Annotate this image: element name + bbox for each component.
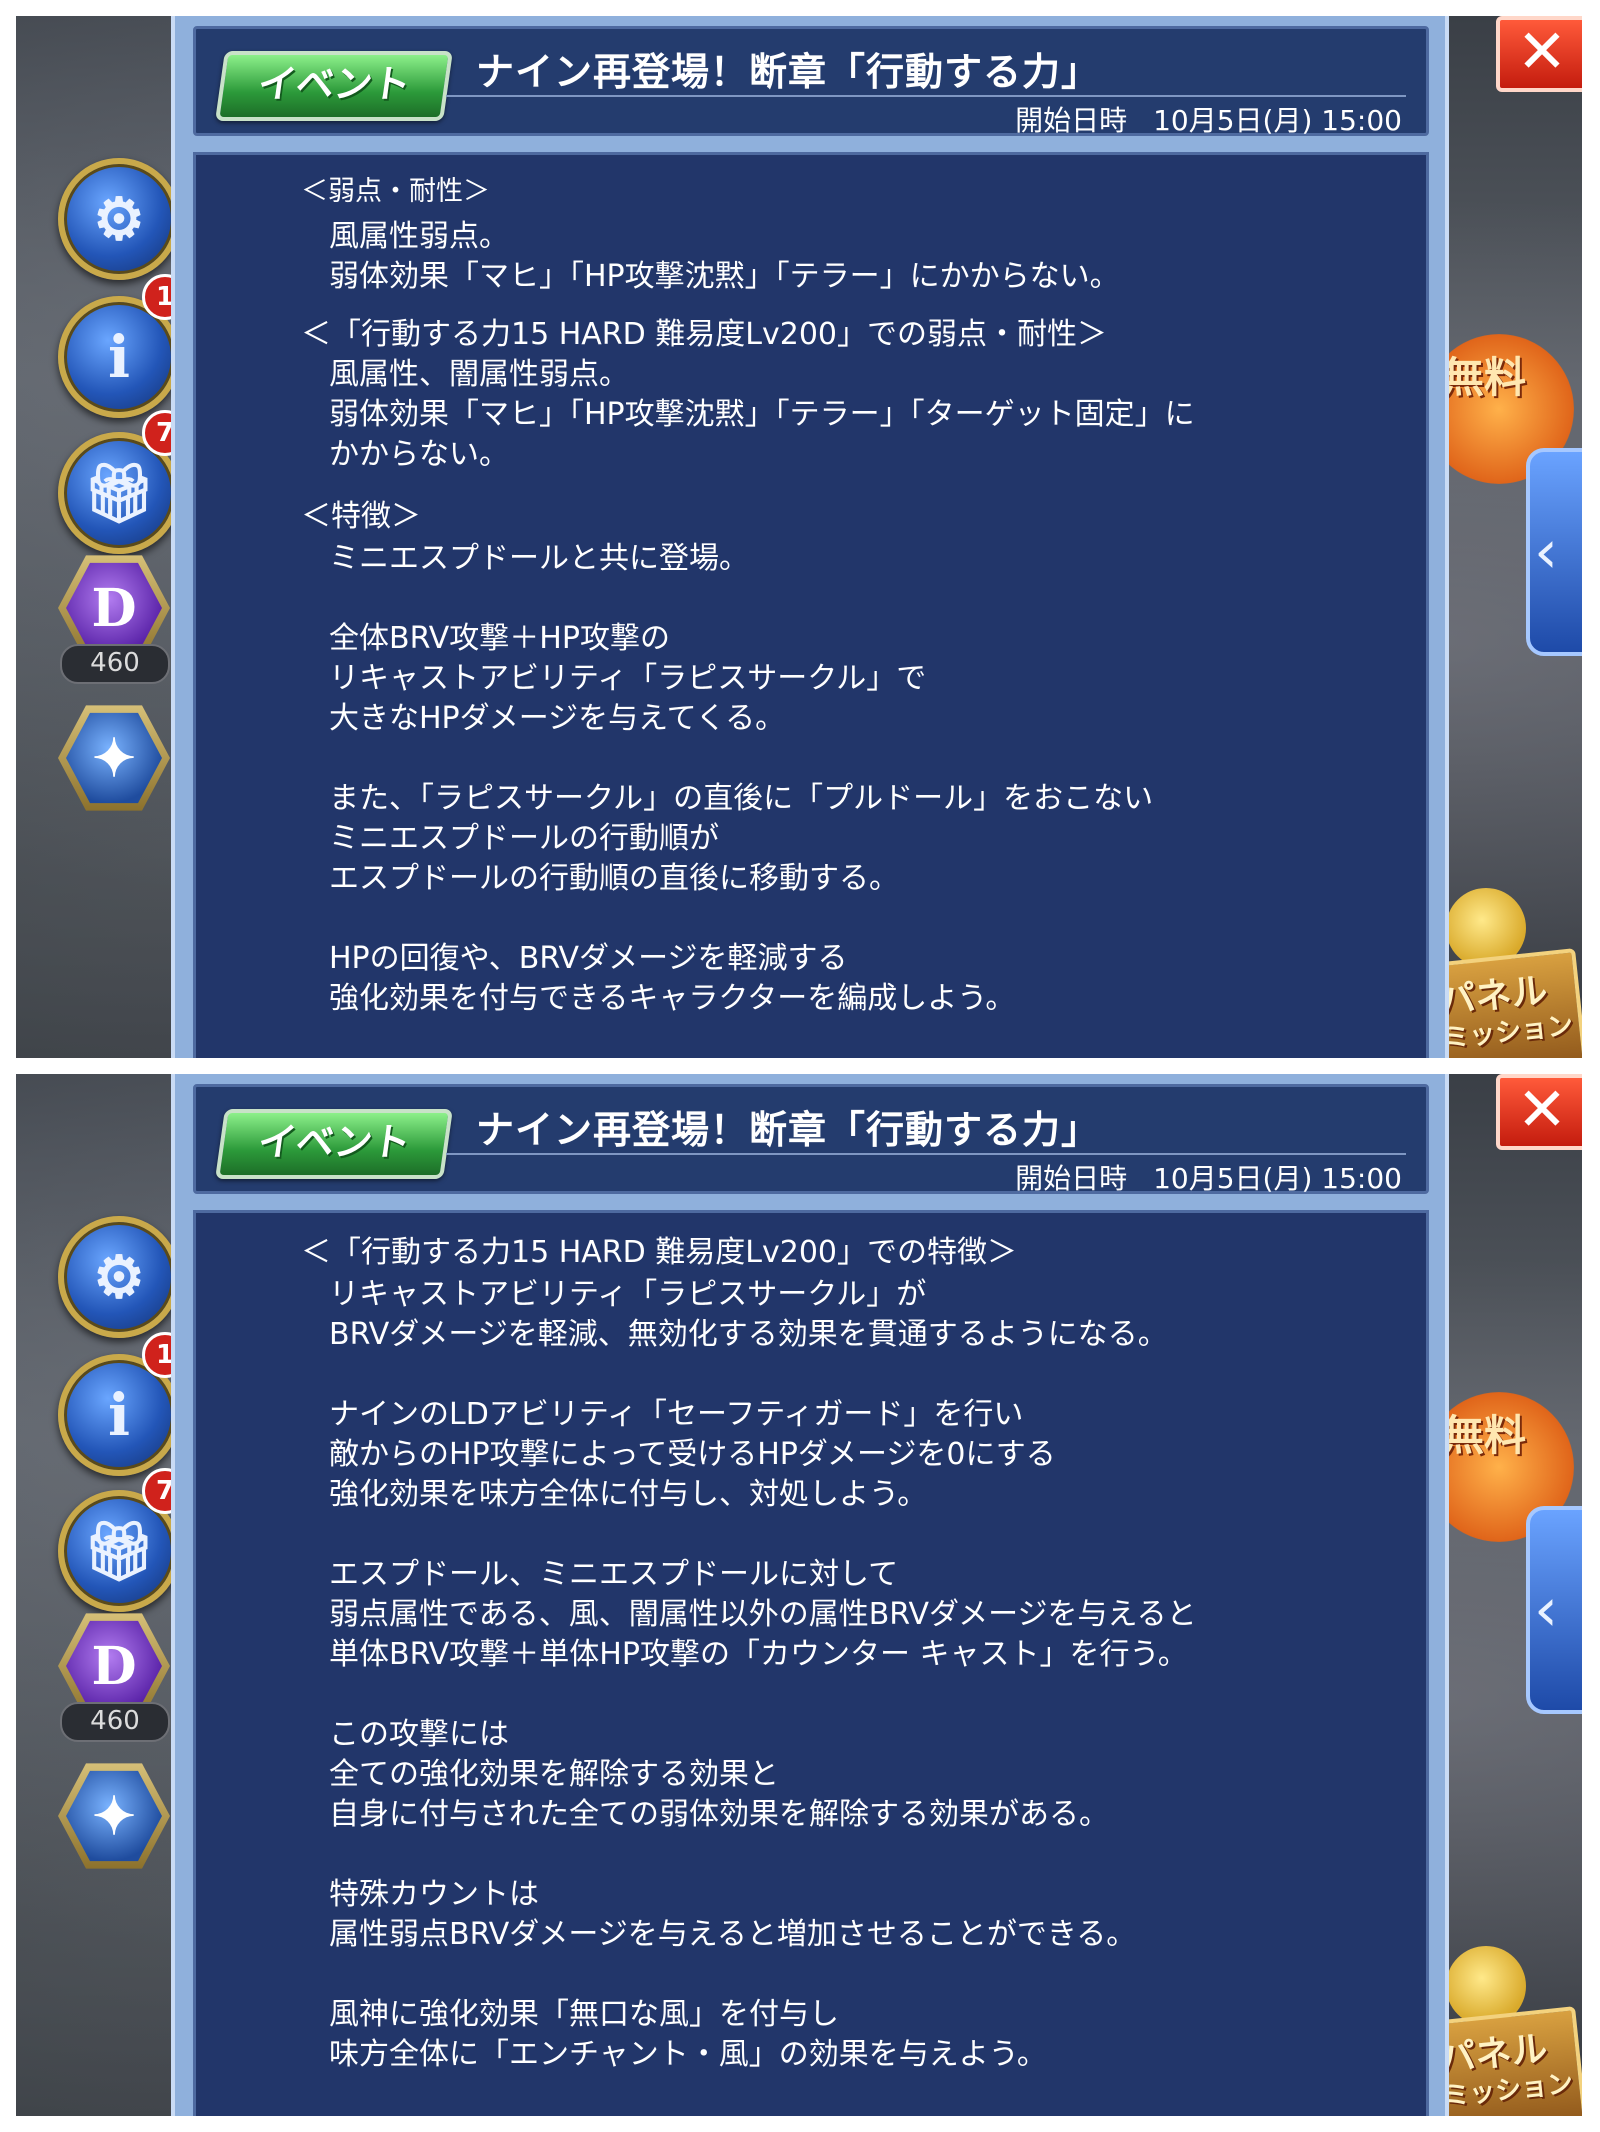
free-label: 無料 [1442,353,1527,402]
description-line: 特殊カウントは [329,1877,539,1912]
start-label: 開始日時 [1015,104,1128,137]
event-detail-window: イベント ナイン再登場！断章「行動する力」 開始日時 10月5日(月) 15:00… [171,16,1449,1058]
description-line: 強化効果を味方全体に付与し、対処しよう。 [329,1477,928,1512]
description-line: エスプドール、ミニエスプドールに対して [329,1557,899,1592]
side-panel-tab[interactable]: ‹ [1526,448,1582,656]
description-line: 属性弱点BRVダメージを与えると増加させることができる。 [329,1917,1137,1952]
description-line: 大きなHPダメージを与えてくる。 [329,701,786,736]
description-line: また、「ラピスサークル」の直後に「プルドール」をおこない [329,781,1154,816]
description-line: この攻撃には [329,1717,509,1752]
window-header: イベント ナイン再登場！断章「行動する力」 開始日時 10月5日(月) 15:00 [193,1084,1429,1197]
close-button[interactable]: ✕ [1496,1074,1582,1150]
description-line: ナインのLDアビリティ「セーフティガード」を行い [329,1397,1024,1432]
settings-button[interactable]: ⚙ [58,158,180,280]
description-line: 全体BRV攻撃＋HP攻撃の [329,621,670,656]
description-line: ミニエスプドールの行動順が [329,821,719,856]
gift-icon: 🎁︎ [82,458,156,527]
gift-icon: 🎁︎ [82,1516,156,1585]
crystal-count: 460 [60,1702,170,1742]
description-line: リキャストアビリティ「ラピスサークル」で [329,661,927,696]
description-line: ミニエスプドールと共に登場。 [329,541,749,576]
description-line: エスプドールの行動順の直後に移動する。 [329,861,899,896]
description-line: 風属性弱点。 [329,219,509,254]
crystal-icon: D [91,1635,137,1697]
description-line: 味方全体に「エンチャント・風」の効果を与えよう。 [329,2037,1047,2072]
description-line: 弱体効果「マヒ」「HP攻撃沈黙」「テラー」「ターゲット固定」に [329,397,1195,432]
moogle-icon: ✦ [92,1785,136,1847]
free-label: 無料 [1442,1411,1527,1460]
close-icon: ✕ [1516,17,1568,87]
moogle-icon: ✦ [92,727,136,789]
event-tag: イベント [215,51,453,121]
window-header: イベント ナイン再登場！断章「行動する力」 開始日時 10月5日(月) 15:00 [193,26,1429,139]
gear-icon: ⚙ [93,1243,145,1311]
start-value: 10月5日(月) 15:00 [1153,104,1402,137]
description-line: 風神に強化効果「無口な風」を付与し [329,1997,839,2032]
side-panel-tab[interactable]: ‹ [1526,1506,1582,1714]
description-line: 弱体効果「マヒ」「HP攻撃沈黙」「テラー」にかからない。 [329,259,1120,294]
event-tag: イベント [215,1109,453,1179]
info-icon: i [107,1381,131,1449]
event-description[interactable]: ＜弱点・耐性＞ 風属性弱点。 弱体効果「マヒ」「HP攻撃沈黙」「テラー」にかから… [193,152,1429,1058]
close-icon: ✕ [1516,1075,1568,1145]
start-datetime: 開始日時 10月5日(月) 15:00 [1015,99,1402,139]
crystal-icon: D [91,577,137,639]
description-line: HPの回復や、BRVダメージを軽減する [329,941,848,976]
screenshot-top: ⚙ i 1 🎁︎ 7 D 460 ✦ ✕ 無料 ‹ パネル ミッション イベント… [16,16,1582,1058]
description-line: 弱点属性である、風、闇属性以外の属性BRVダメージを与えると [329,1597,1197,1632]
description-line: リキャストアビリティ「ラピスサークル」が [329,1277,927,1312]
description-line: 風属性、闇属性弱点。 [329,357,629,392]
section-heading: ＜「行動する力15 HARD 難易度Lv200」での特徴＞ [301,1235,1018,1270]
start-label: 開始日時 [1015,1162,1128,1195]
description-line: 敵からのHP攻撃によって受けるHPダメージを0にする [329,1437,1056,1472]
event-description[interactable]: ＜「行動する力15 HARD 難易度Lv200」での特徴＞ リキャストアビリティ… [193,1210,1429,2116]
chevron-left-icon: ‹ [1534,1575,1558,1645]
info-icon: i [107,323,131,391]
section-heading: ＜特徴＞ [301,499,421,534]
description-line: 自身に付与された全ての弱体効果を解除する効果がある。 [329,1797,1109,1832]
crystal-count: 460 [60,644,170,684]
description-line: 強化効果を付与できるキャラクターを編成しよう。 [329,981,1016,1016]
description-line: 全ての強化効果を解除する効果と [329,1757,779,1792]
event-detail-window: イベント ナイン再登場！断章「行動する力」 開始日時 10月5日(月) 15:00… [171,1074,1449,2116]
description-line: 単体BRV攻撃＋単体HP攻撃の「カウンター キャスト」を行う。 [329,1637,1188,1672]
start-datetime: 開始日時 10月5日(月) 15:00 [1015,1157,1402,1197]
chevron-left-icon: ‹ [1534,517,1558,587]
screenshot-bottom: ⚙ i 1 🎁︎ 7 D 460 ✦ ✕ 無料 ‹ パネル ミッション イベント… [16,1074,1582,2116]
description-line: BRVダメージを軽減、無効化する効果を貫通するようになる。 [329,1317,1168,1352]
section-heading: ＜「行動する力15 HARD 難易度Lv200」での弱点・耐性＞ [301,317,1108,352]
close-button[interactable]: ✕ [1496,16,1582,92]
gear-icon: ⚙ [93,185,145,253]
settings-button[interactable]: ⚙ [58,1216,180,1338]
description-line: かからない。 [329,437,509,472]
section-heading: ＜弱点・耐性＞ [301,176,490,207]
start-value: 10月5日(月) 15:00 [1153,1162,1402,1195]
event-title: ナイン再登場！断章「行動する力」 [476,1108,1101,1152]
event-title: ナイン再登場！断章「行動する力」 [476,50,1101,94]
